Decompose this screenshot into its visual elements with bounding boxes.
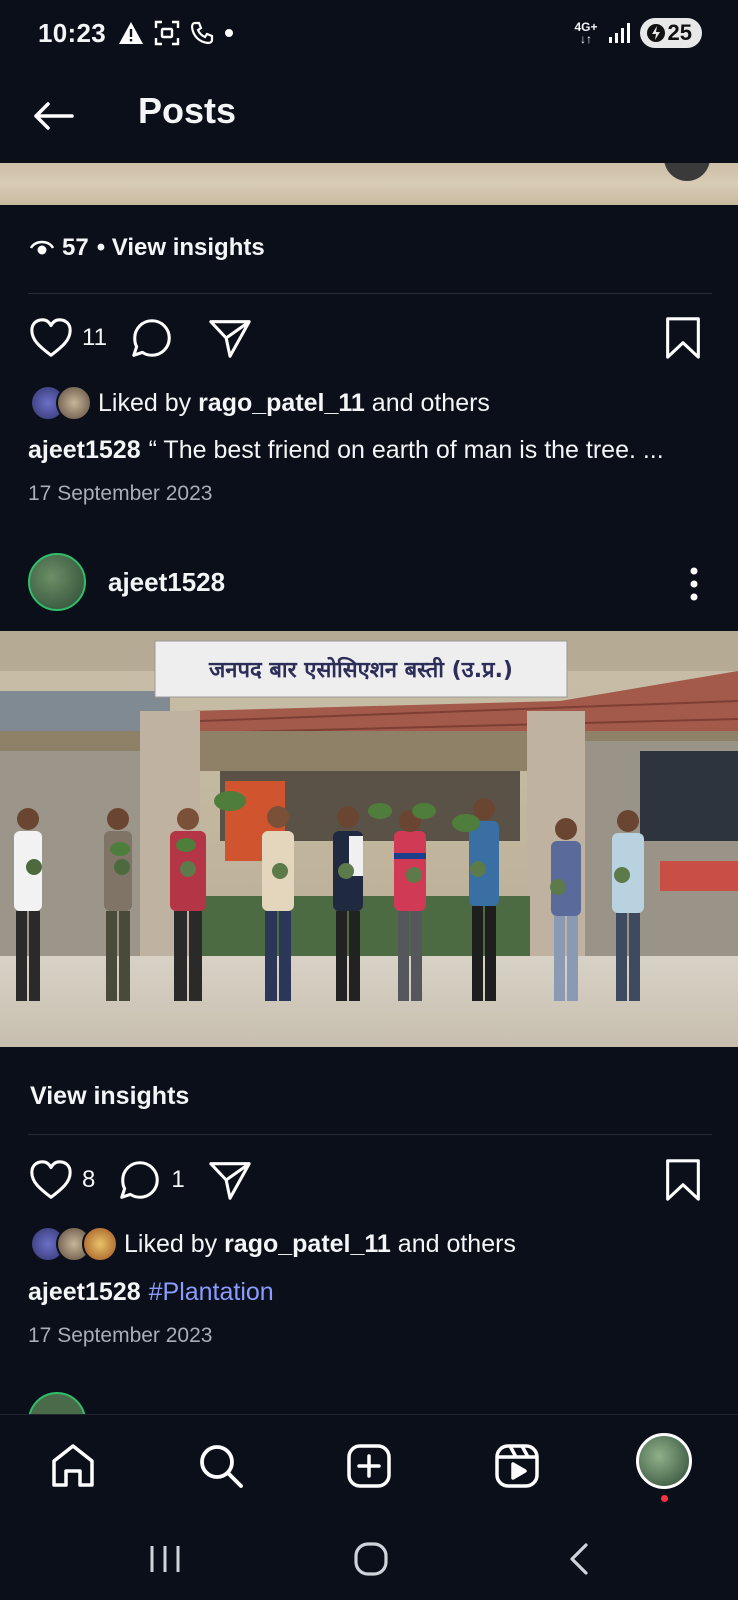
view-insights-link[interactable]: • View insights [97, 234, 265, 262]
recent-apps-icon[interactable] [148, 1544, 182, 1574]
post-date: 17 September 2023 [28, 1324, 213, 1347]
view-insights-link[interactable]: View insights [30, 1082, 189, 1111]
notification-dot [661, 1495, 668, 1502]
bottom-navigation [0, 1414, 738, 1514]
profile-avatar[interactable] [636, 1433, 692, 1489]
liked-by-user-link[interactable]: rago_patel_11 [224, 1230, 391, 1259]
avatar [56, 385, 92, 421]
previous-post-caption[interactable]: ajeet1528 “ The best friend on earth of m… [28, 436, 718, 465]
previous-post-actions: 11 [28, 312, 712, 364]
eye-icon [30, 240, 54, 255]
screenshot-icon [154, 20, 180, 46]
like-count[interactable]: 11 [82, 324, 107, 352]
post-date: 17 September 2023 [28, 482, 213, 505]
home-icon[interactable] [48, 1441, 98, 1491]
create-post-icon[interactable] [344, 1441, 394, 1491]
views-count: 57 [62, 234, 89, 261]
reels-icon[interactable] [492, 1441, 542, 1491]
next-post-avatar[interactable] [28, 1392, 86, 1414]
post-caption[interactable]: ajeet1528 #Plantation [28, 1278, 718, 1307]
post-actions: 8 1 [28, 1154, 712, 1206]
post-image[interactable]: जनपद बार एसोसिएशन बस्ती (उ.प्र.) [0, 631, 738, 1047]
more-options-icon[interactable] [688, 566, 700, 602]
caption-text: “ The best friend on earth of man is the… [148, 436, 664, 464]
status-bar: 10:23 4G+ ↓↑ 25 [0, 0, 738, 70]
previous-post-image[interactable] [0, 163, 738, 205]
post-insights[interactable]: View insights [30, 1082, 189, 1111]
caption-username[interactable]: ajeet1528 [28, 436, 141, 464]
page-title: Posts [138, 90, 237, 131]
previous-post-insights[interactable]: 57 • View insights [30, 234, 265, 262]
home-button-icon[interactable] [352, 1540, 390, 1578]
share-icon[interactable] [207, 1157, 253, 1203]
post-username[interactable]: ajeet1528 [108, 567, 225, 598]
post-header: ajeet1528 [28, 552, 712, 612]
system-navigation [0, 1514, 738, 1600]
liked-by-row[interactable]: Liked by rago_patel_11 and others [30, 1226, 516, 1262]
comment-count[interactable]: 1 [171, 1166, 184, 1194]
heart-icon[interactable] [28, 315, 74, 361]
like-count[interactable]: 8 [82, 1166, 95, 1194]
dot-icon [225, 29, 233, 37]
search-icon[interactable] [196, 1441, 246, 1491]
phone-icon [190, 21, 214, 45]
avatar[interactable] [28, 553, 86, 611]
liker-avatars [30, 385, 92, 421]
bookmark-icon[interactable] [660, 315, 706, 361]
liked-by-row[interactable]: Liked by rago_patel_11 and others [30, 385, 490, 421]
sign-text: जनपद बार एसोसिएशन बस्ती (उ.प्र.) [208, 656, 513, 683]
back-button-icon[interactable] [566, 1542, 592, 1576]
bookmark-icon[interactable] [660, 1157, 706, 1203]
status-time: 10:23 [38, 18, 106, 48]
comment-icon[interactable] [117, 1157, 163, 1203]
comment-icon[interactable] [129, 315, 175, 361]
divider [28, 293, 712, 294]
signal-icon [608, 23, 630, 43]
caption-username[interactable]: ajeet1528 [28, 1278, 141, 1306]
divider [28, 1134, 712, 1135]
warning-icon [119, 22, 143, 44]
battery-saver-icon [646, 24, 665, 42]
liked-by-user-link[interactable]: rago_patel_11 [198, 389, 365, 418]
arrow-left-icon[interactable] [30, 92, 78, 140]
battery-indicator: 25 [639, 18, 702, 48]
share-icon[interactable] [207, 315, 253, 361]
network-indicator: 4G+ ↓↑ [574, 20, 598, 46]
avatar [82, 1226, 118, 1262]
hashtag-link[interactable]: #Plantation [149, 1278, 274, 1306]
heart-icon[interactable] [28, 1157, 74, 1203]
top-bar: Posts [0, 70, 738, 162]
liker-avatars [30, 1226, 118, 1262]
